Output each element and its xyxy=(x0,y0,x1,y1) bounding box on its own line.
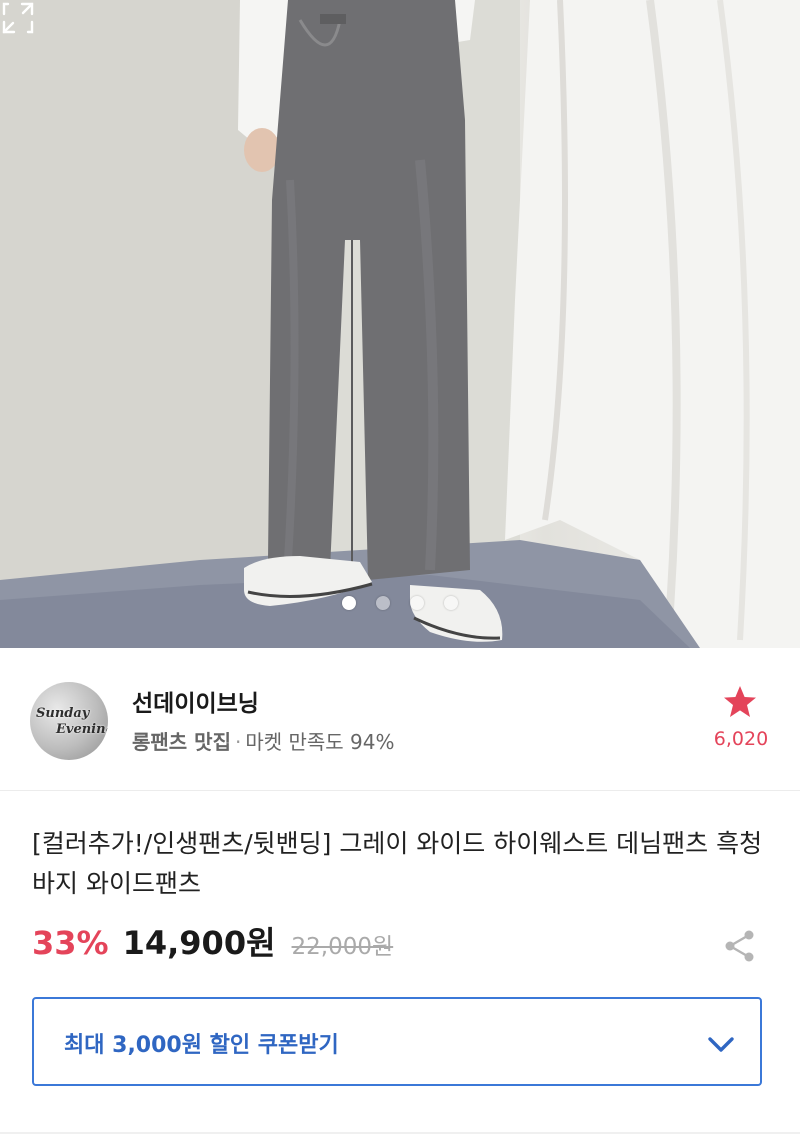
share-icon[interactable] xyxy=(722,928,758,964)
coupon-button[interactable]: 최대 3,000원 할인 쿠폰받기 xyxy=(32,997,762,1086)
pagination-dot[interactable] xyxy=(444,596,458,610)
gallery-pagination xyxy=(0,596,800,612)
pagination-dot[interactable] xyxy=(410,596,424,610)
product-title: [컬러추가!/인생팬츠/뒷밴딩] 그레이 와이드 하이웨스트 데님팬츠 흑청바지… xyxy=(32,829,763,898)
seller-section[interactable]: Sunday Evening 선데이이브닝 롱팬츠 맛집·마켓 만족도 94% … xyxy=(0,648,800,791)
favorite-count: 6,020 xyxy=(713,728,769,750)
sale-price: 14,900원 xyxy=(122,924,276,962)
coupon-label: 최대 3,000원 할인 쿠폰받기 xyxy=(64,1033,339,1058)
product-image[interactable] xyxy=(0,0,800,648)
price-row: 33% 14,900원 22,000원 xyxy=(32,918,393,968)
pagination-dot[interactable] xyxy=(376,596,390,610)
divider xyxy=(0,1132,800,1134)
seller-subtitle: 롱팬츠 맛집 · 마켓 만족도 94% xyxy=(132,726,395,755)
expand-icon[interactable] xyxy=(0,0,36,36)
market-satisfaction: 마켓 만족도 94% xyxy=(245,730,395,754)
separator: · xyxy=(234,730,242,754)
chevron-down-icon xyxy=(708,1037,734,1052)
seller-name[interactable]: 선데이이브닝 xyxy=(132,684,259,718)
star-icon[interactable] xyxy=(722,684,758,720)
product-photo-illustration xyxy=(0,0,800,648)
avatar-logo-text: Evening xyxy=(56,722,108,737)
discount-rate: 33% xyxy=(32,924,109,962)
seller-tag: 롱팬츠 맛집 xyxy=(132,730,231,754)
pagination-dot-active[interactable] xyxy=(342,596,356,610)
seller-avatar[interactable]: Sunday Evening xyxy=(30,682,108,760)
avatar-logo-text: Sunday xyxy=(36,706,90,721)
original-price: 22,000원 xyxy=(291,934,394,960)
